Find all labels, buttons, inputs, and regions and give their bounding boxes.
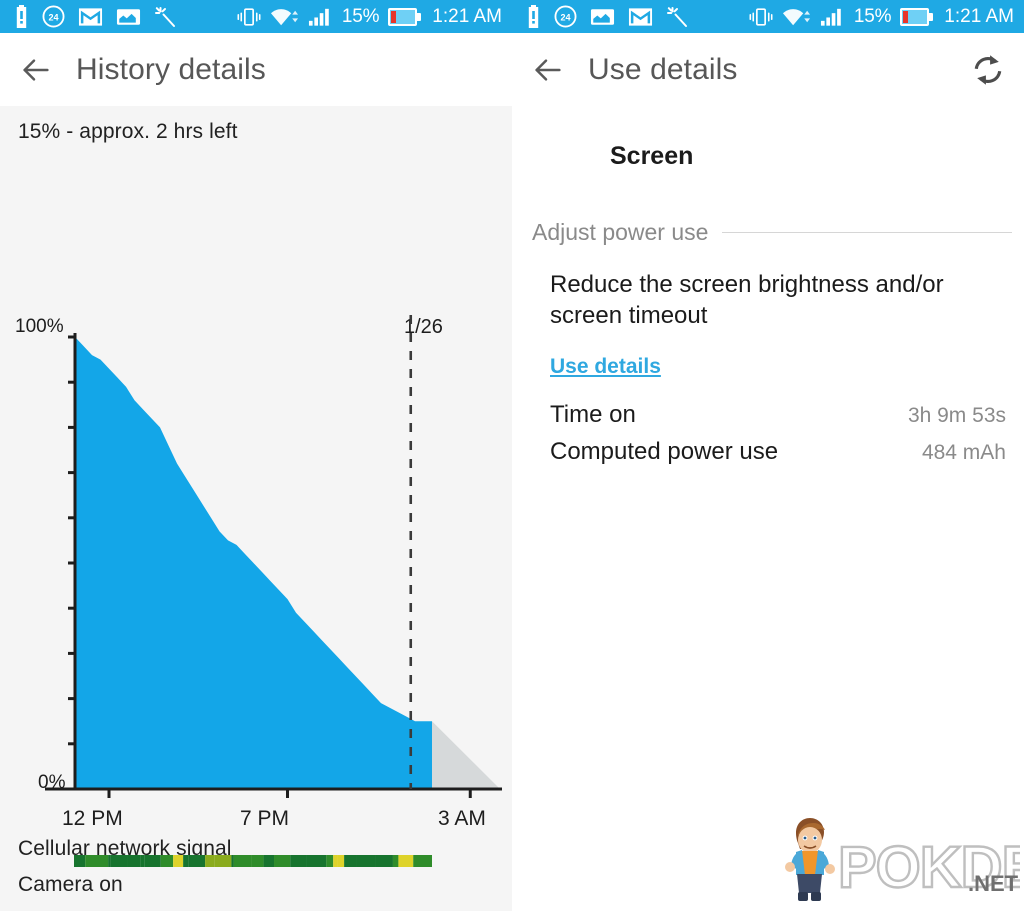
usage-stats-list: Time on 3h 9m 53s Computed power use 484… [512, 401, 1024, 475]
left-panel-history-details: 24 15% 1:21 AM History details 15% - app… [0, 0, 512, 911]
magic-wand-icon [155, 6, 175, 27]
battery-summary-text: 15% - approx. 2 hrs left [18, 120, 238, 143]
pokde-net-watermark: POKDE .NET [785, 818, 1020, 901]
clock-24-icon: 24 [42, 5, 65, 28]
watermark-suffix: .NET [968, 871, 1019, 896]
battery-alert-icon [16, 5, 27, 28]
gmail-icon [628, 7, 653, 26]
photos-icon [116, 8, 141, 25]
section-header-adjust-power-use: Adjust power use [512, 219, 1024, 246]
x-axis-tick-1: 7 PM [240, 807, 290, 830]
vibrate-icon [237, 7, 261, 26]
battery-chart-svg [45, 315, 502, 798]
battery-low-icon [900, 7, 934, 26]
app-bar-right: Use details [512, 33, 1024, 106]
mascot-icon [785, 818, 835, 901]
use-details-link[interactable]: Use details [512, 331, 661, 379]
status-clock: 1:21 AM [944, 5, 1014, 27]
status-icons-left: 24 [14, 5, 178, 29]
activity-row-cellular: Cellular network signal [0, 837, 512, 873]
stat-label: Time on [550, 401, 636, 429]
vibrate-icon [749, 7, 773, 26]
use-details-title: Screen [610, 142, 694, 170]
battery-history-chart: 100% 0% 1/26 12 PM 7 PM 3 AM Cellular ne… [0, 144, 512, 911]
app-bar-left: History details [0, 33, 512, 106]
stat-value: 3h 9m 53s [907, 404, 1006, 428]
battery-alert-icon [528, 5, 539, 28]
svg-text:24: 24 [560, 12, 571, 22]
battery-percent-label: 15% [341, 5, 380, 27]
power-advice-text: Reduce the screen brightness and/or scre… [550, 271, 944, 329]
page-title-history: History details [76, 52, 266, 86]
right-panel-use-details: 24 15% 1:21 AM Use details Screen Adjust… [512, 0, 1024, 911]
status-bar-left: 24 15% 1:21 AM [0, 0, 512, 33]
status-icons-right: 15% 1:21 AM [237, 6, 502, 28]
status-icons-left: 24 [526, 5, 690, 29]
refresh-icon[interactable] [970, 52, 1006, 88]
activity-label: Camera on [18, 873, 123, 896]
cellular-signal-bar [74, 855, 432, 867]
activity-row-camera: Camera on [0, 873, 512, 909]
status-bar-right: 24 15% 1:21 AM [512, 0, 1024, 33]
status-icons-right: 15% 1:21 AM [749, 6, 1014, 28]
back-arrow-icon[interactable] [532, 54, 564, 86]
wifi-icon [782, 9, 810, 26]
clock-24-icon: 24 [554, 5, 577, 28]
photos-icon [590, 8, 615, 25]
section-divider [722, 232, 1012, 233]
stat-row-time-on: Time on 3h 9m 53s [512, 401, 1024, 438]
wifi-icon [270, 9, 298, 26]
battery-low-icon [388, 7, 422, 26]
gmail-icon [78, 7, 103, 26]
x-axis-tick-0: 12 PM [62, 807, 123, 830]
magic-wand-icon [667, 6, 687, 27]
activity-rows: Cellular network signal Camera on Wi-Fi … [0, 837, 512, 911]
section-header-label: Adjust power use [532, 219, 709, 245]
dual-screenshot: 24 15% 1:21 AM History details 15% - app… [0, 0, 1024, 911]
x-axis-tick-2: 3 AM [438, 807, 486, 830]
watermark-wordmark: POKDE [837, 834, 1020, 901]
svg-text:POKDE: POKDE [838, 835, 1020, 900]
stat-label: Computed power use [550, 438, 779, 466]
svg-text:24: 24 [48, 12, 59, 22]
page-title-use-details: Use details [588, 52, 738, 86]
signal-icon [308, 8, 329, 26]
battery-percent-label: 15% [853, 5, 892, 27]
signal-icon [820, 8, 841, 26]
stat-value: 484 mAh [921, 441, 1006, 465]
stat-row-computed-power-use: Computed power use 484 mAh [512, 438, 1024, 475]
status-clock: 1:21 AM [432, 5, 502, 27]
back-arrow-icon[interactable] [20, 54, 52, 86]
